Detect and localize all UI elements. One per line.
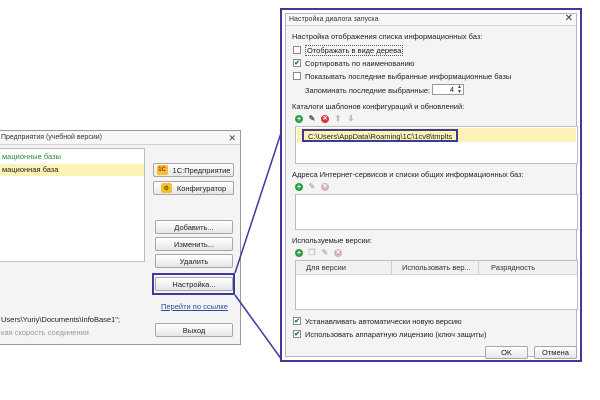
checkbox-unchecked-icon[interactable] [293,72,301,80]
configurator-icon: ⚙ [160,183,172,193]
option-auto-install[interactable]: ✔ Устанавливать автоматически новую верс… [293,316,462,326]
pencil-icon[interactable]: ✎ [308,183,316,191]
settings-button-highlight [152,273,235,295]
arrow-down-icon[interactable]: ⬇ [347,115,355,123]
delete-button[interactable]: Удалить [155,254,233,268]
column-header-version[interactable]: Для версии [306,261,346,275]
close-icon[interactable]: ✕ [565,13,573,25]
ok-button[interactable]: OK [485,346,528,359]
pencil-icon[interactable]: ✎ [308,115,316,123]
remember-recent-value: 4 [449,85,454,94]
enterprise-button-label: 1С:Предприятие [172,165,231,175]
option-sort-by-name-label: Сортировать по наименованию [305,58,415,68]
spin-arrows-icon[interactable]: ▲ ▼ [457,85,462,95]
connector-line-top [234,129,283,274]
templates-toolbar: + ✎ ✕ ⬆ ⬇ [295,114,355,124]
infobase-path: Users\Yuriy\Documents\InfoBase1"; [1,315,120,324]
open-by-link[interactable]: Перейти по ссылке [161,302,228,311]
option-show-recent-label: Показывать последние выбранные информаци… [305,71,512,81]
pencil-icon[interactable]: ✎ [321,249,329,257]
arrow-up-icon[interactable]: ⬆ [334,115,342,123]
templates-list[interactable]: C:\Users\AppData\Roaming\1C\1cv8\tmplts [295,126,578,164]
column-header-bitness[interactable]: Разрядность [478,261,535,275]
checkbox-unchecked-icon[interactable] [293,46,301,54]
close-icon[interactable]: ✕ [228,131,236,145]
infobase-group[interactable]: мационные базы [2,152,61,161]
add-icon[interactable]: + [295,249,303,257]
1c-logo-icon: 1С [156,165,168,175]
templates-path[interactable]: C:\Users\AppData\Roaming\1C\1cv8\tmplts [302,129,459,142]
cancel-button[interactable]: Отмена [534,346,577,359]
connector-line-bottom [234,294,283,361]
option-tree-view-label: Отображать в виде дерева [305,44,404,56]
delete-icon[interactable]: ✕ [321,115,329,123]
remember-recent-label: Запоминать последние выбранные: [305,86,431,95]
configurator-button-label: Конфигуратор [176,183,227,193]
exit-button[interactable]: Выход [155,323,233,337]
display-section-label: Настройка отображения списка информацион… [292,32,483,41]
templates-section-label: Каталоги шаблонов конфигураций и обновле… [292,102,465,111]
internet-section-label: Адреса Интернет-сервисов и списки общих … [292,170,524,179]
checkbox-checked-icon[interactable]: ✔ [293,59,301,67]
option-tree-view[interactable]: Отображать в виде дерева [293,44,404,56]
option-show-recent[interactable]: Показывать последние выбранные информаци… [293,71,511,81]
option-auto-install-label: Устанавливать автоматически новую версию [305,316,462,326]
option-hardware-license-label: Использовать аппаратную лицензию (ключ з… [305,329,487,339]
dialog-title: Настройка диалога запуска ✕ [286,13,576,26]
add-button[interactable]: Добавить... [155,220,233,234]
configurator-button[interactable]: ⚙ Конфигуратор [153,181,234,195]
launcher-title-text: Предприятия (учебной версии) [1,134,102,141]
dialog-body: Настройка диалога запуска ✕ Настройка от… [285,13,578,359]
add-icon[interactable]: + [295,115,303,123]
versions-toolbar: + ❐ ✎ ✕ [295,248,342,258]
versions-section-label: Используемые версии: [292,236,372,245]
remember-recent-input[interactable]: 4 ▲ ▼ [432,84,464,95]
launcher-title: Предприятия (учебной версии) ✕ [0,131,240,145]
enterprise-button[interactable]: 1С 1С:Предприятие [153,163,234,177]
templates-list-row[interactable]: C:\Users\AppData\Roaming\1C\1cv8\tmplts [297,128,576,142]
infobase-item-selected[interactable]: мационная база [0,164,144,176]
column-header-use-version[interactable]: Использовать вер... [391,261,471,275]
copy-icon[interactable]: ❐ [308,249,316,257]
delete-icon[interactable]: ✕ [334,249,342,257]
option-hardware-license[interactable]: ✔ Использовать аппаратную лицензию (ключ… [293,329,486,339]
internet-toolbar: + ✎ ✕ [295,182,329,192]
versions-table[interactable]: Для версии Использовать вер... Разряднос… [295,260,578,310]
versions-table-header: Для версии Использовать вер... Разряднос… [296,261,577,275]
checkbox-checked-icon[interactable]: ✔ [293,330,301,338]
edit-button[interactable]: Изменить... [155,237,233,251]
infobase-list[interactable]: мационные базы мационная база [0,148,145,262]
launcher-window: Предприятия (учебной версии) ✕ мационные… [0,130,241,345]
delete-icon[interactable]: ✕ [321,183,329,191]
connection-speed: кая скорость соединения [1,328,89,337]
launch-dialog-settings: Настройка диалога запуска ✕ Настройка от… [280,8,582,362]
internet-services-list[interactable] [295,194,578,230]
add-icon[interactable]: + [295,183,303,191]
dialog-title-text: Настройка диалога запуска [289,16,379,23]
option-sort-by-name[interactable]: ✔ Сортировать по наименованию [293,58,414,68]
checkbox-checked-icon[interactable]: ✔ [293,317,301,325]
